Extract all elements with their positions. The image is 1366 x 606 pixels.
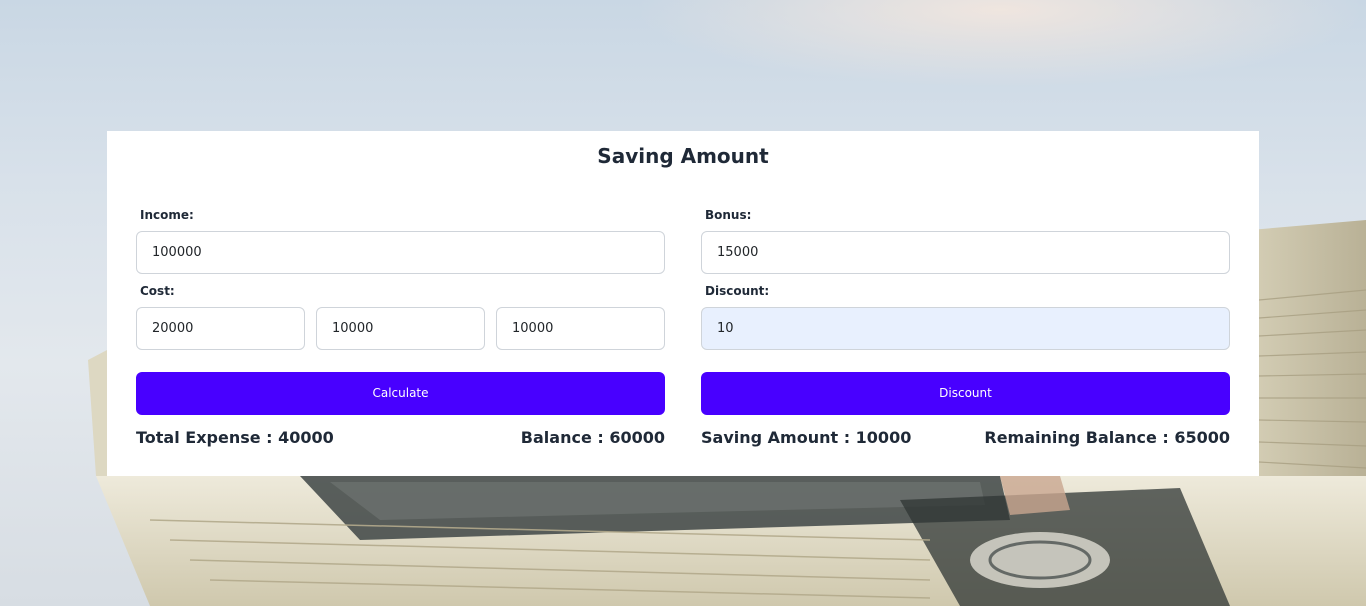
discount-input[interactable]: 10	[701, 307, 1230, 350]
cost-input-3[interactable]: 10000	[496, 307, 665, 350]
saving-calculator-card: Saving Amount Income: 100000 Cost: 20000…	[107, 131, 1259, 476]
discount-button[interactable]: Discount	[701, 372, 1230, 415]
balance-text: Balance : 60000	[520, 428, 665, 447]
bonus-input[interactable]: 15000	[701, 231, 1230, 274]
saving-amount-text: Saving Amount : 10000	[701, 428, 912, 447]
discount-label: Discount:	[705, 284, 770, 298]
income-label: Income:	[140, 208, 194, 222]
cost-input-1[interactable]: 20000	[136, 307, 305, 350]
calculate-button[interactable]: Calculate	[136, 372, 665, 415]
cost-input-2[interactable]: 10000	[316, 307, 485, 350]
bonus-label: Bonus:	[705, 208, 752, 222]
page-title: Saving Amount	[597, 144, 769, 168]
income-input[interactable]: 100000	[136, 231, 665, 274]
remaining-balance-text: Remaining Balance : 65000	[984, 428, 1230, 447]
total-expense-text: Total Expense : 40000	[136, 428, 334, 447]
cost-label: Cost:	[140, 284, 175, 298]
